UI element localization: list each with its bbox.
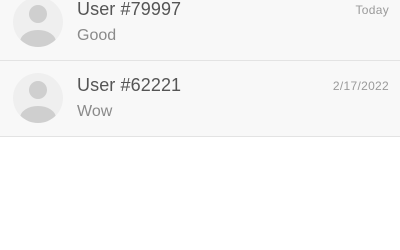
conversation-last-message: Good — [77, 27, 117, 44]
conversation-list-item[interactable]: User #62221 Wow 2/17/2022 — [0, 61, 400, 137]
user-avatar-icon — [13, 0, 63, 47]
conversation-user-name: User #62221 — [77, 75, 182, 95]
conversation-list-item[interactable]: User #79997 Good Today — [0, 0, 400, 61]
conversation-date: 2/17/2022 — [332, 79, 389, 93]
user-avatar-icon — [13, 73, 63, 123]
conversation-last-message: Wow — [77, 103, 113, 120]
conversation-list: User #79997 Good Today User #62221 Wow 2… — [0, 0, 400, 137]
conversation-date: Today — [355, 3, 389, 17]
conversation-user-name: User #79997 — [77, 0, 182, 19]
